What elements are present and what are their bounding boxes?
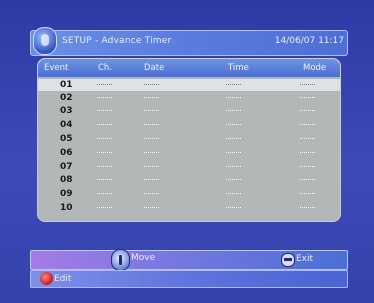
event-number: 07 (60, 162, 73, 172)
channel-placeholder (97, 207, 112, 210)
tv-screen: SETUP - Advance Timer 14/06/07 11:17 Eve… (0, 0, 374, 303)
mode-placeholder (300, 97, 315, 100)
column-event: Event (44, 63, 69, 73)
remote-icon (33, 27, 57, 55)
date-placeholder (144, 179, 159, 182)
table-row[interactable]: 09 (38, 188, 340, 200)
edit-hint-label[interactable]: Edit (54, 274, 71, 284)
edit-bar (30, 270, 348, 288)
red-button-icon[interactable] (40, 272, 53, 285)
column-time: Time (228, 63, 249, 73)
time-placeholder (226, 193, 241, 196)
table-row[interactable]: 05 (38, 133, 340, 145)
exit-icon[interactable] (281, 253, 295, 267)
time-placeholder (226, 138, 241, 141)
table-row[interactable]: 10 (38, 202, 340, 214)
event-number: 06 (60, 148, 73, 158)
table-row[interactable]: 08 (38, 174, 340, 186)
table-header: Event Ch. Date Time Mode (38, 59, 340, 77)
date-placeholder (144, 97, 159, 100)
mode-placeholder (300, 207, 315, 210)
time-placeholder (226, 207, 241, 210)
date-placeholder (144, 193, 159, 196)
mode-placeholder (300, 166, 315, 169)
channel-placeholder (97, 97, 112, 100)
column-mode: Mode (303, 63, 327, 73)
exit-hint-label[interactable]: Exit (296, 254, 313, 264)
mode-placeholder (300, 152, 315, 155)
table-row[interactable]: 07 (38, 161, 340, 173)
table-row[interactable]: 01 (38, 79, 340, 91)
channel-placeholder (97, 193, 112, 196)
channel-placeholder (97, 152, 112, 155)
channel-placeholder (97, 138, 112, 141)
mode-placeholder (300, 84, 315, 87)
channel-placeholder (97, 179, 112, 182)
channel-placeholder (97, 84, 112, 87)
channel-placeholder (97, 124, 112, 127)
mode-placeholder (300, 179, 315, 182)
table-row[interactable]: 06 (38, 147, 340, 159)
mode-placeholder (300, 110, 315, 113)
event-number: 03 (60, 106, 73, 116)
event-number: 09 (60, 189, 73, 199)
column-channel: Ch. (98, 63, 113, 73)
channel-placeholder (97, 110, 112, 113)
event-number: 04 (60, 120, 73, 130)
date-placeholder (144, 207, 159, 210)
date-placeholder (144, 110, 159, 113)
date-placeholder (144, 138, 159, 141)
clock-display: 14/06/07 11:17 (274, 36, 344, 46)
date-placeholder (144, 166, 159, 169)
event-number: 02 (60, 93, 73, 103)
time-placeholder (226, 124, 241, 127)
mode-placeholder (300, 193, 315, 196)
navigation-icon (111, 249, 130, 271)
mode-placeholder (300, 138, 315, 141)
time-placeholder (226, 84, 241, 87)
event-number: 05 (60, 134, 73, 144)
table-row[interactable]: 02 (38, 92, 340, 104)
date-placeholder (144, 152, 159, 155)
time-placeholder (226, 179, 241, 182)
event-number: 10 (60, 203, 73, 213)
time-placeholder (226, 110, 241, 113)
date-placeholder (144, 124, 159, 127)
move-hint-label: Move (131, 253, 156, 263)
date-placeholder (144, 84, 159, 87)
page-title: SETUP - Advance Timer (62, 36, 172, 46)
time-placeholder (226, 166, 241, 169)
channel-placeholder (97, 166, 112, 169)
mode-placeholder (300, 124, 315, 127)
column-date: Date (144, 63, 165, 73)
table-row[interactable]: 03 (38, 105, 340, 117)
timer-table: Event Ch. Date Time Mode 01 02 03 04 05 … (37, 58, 341, 222)
time-placeholder (226, 152, 241, 155)
event-number: 01 (60, 80, 73, 90)
event-number: 08 (60, 175, 73, 185)
table-row[interactable]: 04 (38, 119, 340, 131)
time-placeholder (226, 97, 241, 100)
